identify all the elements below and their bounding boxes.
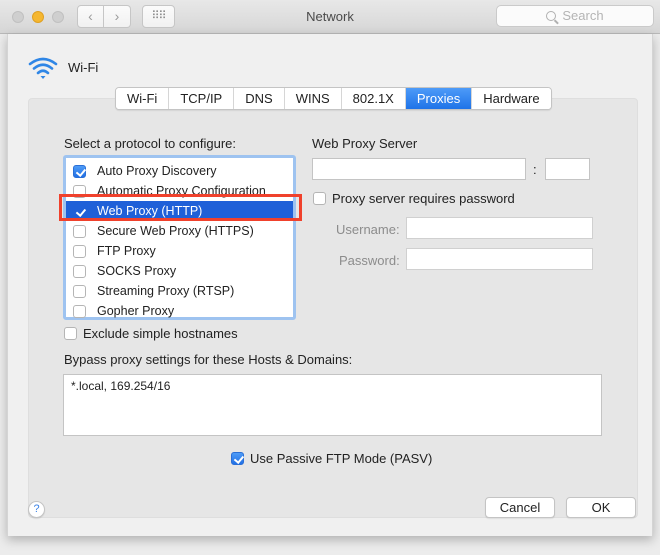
checkbox[interactable] xyxy=(73,304,86,318)
checkbox[interactable] xyxy=(73,244,86,258)
protocol-row-web-proxy[interactable]: Web Proxy (HTTP) xyxy=(66,201,293,221)
cancel-button[interactable]: Cancel xyxy=(485,497,555,518)
checkbox[interactable] xyxy=(73,264,86,278)
protocol-row-gopher-proxy[interactable]: Gopher Proxy xyxy=(66,301,293,321)
checkbox[interactable] xyxy=(313,192,326,205)
exclude-simple-hostnames[interactable]: Exclude simple hostnames xyxy=(64,326,238,341)
ok-button[interactable]: OK xyxy=(566,497,636,518)
checkbox-label: Use Passive FTP Mode (PASV) xyxy=(250,451,433,466)
search-placeholder: Search xyxy=(562,8,604,23)
bypass-label: Bypass proxy settings for these Hosts & … xyxy=(64,352,353,367)
checkbox[interactable] xyxy=(73,224,86,238)
password-label: Password: xyxy=(339,253,400,268)
protocol-row-ftp-proxy[interactable]: FTP Proxy xyxy=(66,241,293,261)
protocol-row-socks-proxy[interactable]: SOCKS Proxy xyxy=(66,261,293,281)
port-separator: : xyxy=(533,162,537,177)
protocol-heading: Select a protocol to configure: xyxy=(64,136,236,151)
tab-dns[interactable]: DNS xyxy=(234,88,285,109)
password-input[interactable] xyxy=(406,248,593,270)
protocol-label: FTP Proxy xyxy=(97,244,156,258)
tab-8021x[interactable]: 802.1X xyxy=(341,88,406,109)
protocol-row-secure-web-proxy[interactable]: Secure Web Proxy (HTTPS) xyxy=(66,221,293,241)
search-icon xyxy=(546,11,557,21)
checkbox-label: Proxy server requires password xyxy=(332,191,515,206)
protocol-label: Gopher Proxy xyxy=(97,304,175,318)
proxies-sheet: Wi-Fi Wi-Fi TCP/IP DNS WINS 802.1X Proxi… xyxy=(7,34,653,536)
search-field[interactable]: Search xyxy=(496,5,654,27)
proxy-host-input[interactable] xyxy=(312,158,526,180)
username-label: Username: xyxy=(336,222,400,237)
checkbox[interactable] xyxy=(73,204,86,218)
protocol-row-auto-config[interactable]: Automatic Proxy Configuration xyxy=(66,181,293,201)
tab-wifi[interactable]: Wi-Fi xyxy=(116,88,170,109)
server-heading: Web Proxy Server xyxy=(312,136,418,151)
checkbox[interactable] xyxy=(73,284,86,298)
passive-ftp-checkbox[interactable]: Use Passive FTP Mode (PASV) xyxy=(231,451,432,466)
protocol-label: Secure Web Proxy (HTTPS) xyxy=(97,224,254,238)
help-button[interactable]: ? xyxy=(28,501,45,518)
bypass-hosts-textarea[interactable]: *.local, 169.254/16 xyxy=(63,374,602,436)
protocol-label: SOCKS Proxy xyxy=(97,264,177,278)
protocol-label: Streaming Proxy (RTSP) xyxy=(97,284,235,298)
tab-bar: Wi-Fi TCP/IP DNS WINS 802.1X Proxies Har… xyxy=(115,87,552,110)
protocol-label: Automatic Proxy Configuration xyxy=(97,184,266,198)
username-input[interactable] xyxy=(406,217,593,239)
wifi-icon xyxy=(28,57,58,79)
checkbox[interactable] xyxy=(73,184,86,198)
tab-hardware[interactable]: Hardware xyxy=(472,88,551,109)
protocol-row-auto-discovery[interactable]: Auto Proxy Discovery xyxy=(66,161,293,181)
proxy-port-input[interactable] xyxy=(545,158,590,180)
tab-tcpip[interactable]: TCP/IP xyxy=(169,88,235,109)
checkbox[interactable] xyxy=(64,327,77,340)
protocol-label: Web Proxy (HTTP) xyxy=(97,204,203,218)
interface-name: Wi-Fi xyxy=(68,60,99,75)
requires-password-checkbox[interactable]: Proxy server requires password xyxy=(313,191,515,206)
protocol-list[interactable]: Auto Proxy Discovery Automatic Proxy Con… xyxy=(63,155,296,320)
tab-proxies[interactable]: Proxies xyxy=(405,88,473,109)
help-icon: ? xyxy=(33,503,40,515)
checkbox[interactable] xyxy=(231,452,244,465)
checkbox-label: Exclude simple hostnames xyxy=(83,326,238,341)
checkbox[interactable] xyxy=(73,164,86,178)
protocol-row-streaming-proxy[interactable]: Streaming Proxy (RTSP) xyxy=(66,281,293,301)
protocol-label: Auto Proxy Discovery xyxy=(97,164,217,178)
tab-wins[interactable]: WINS xyxy=(284,88,342,109)
title-bar: ‹ › ⠿⠿ Network Search xyxy=(0,0,660,34)
